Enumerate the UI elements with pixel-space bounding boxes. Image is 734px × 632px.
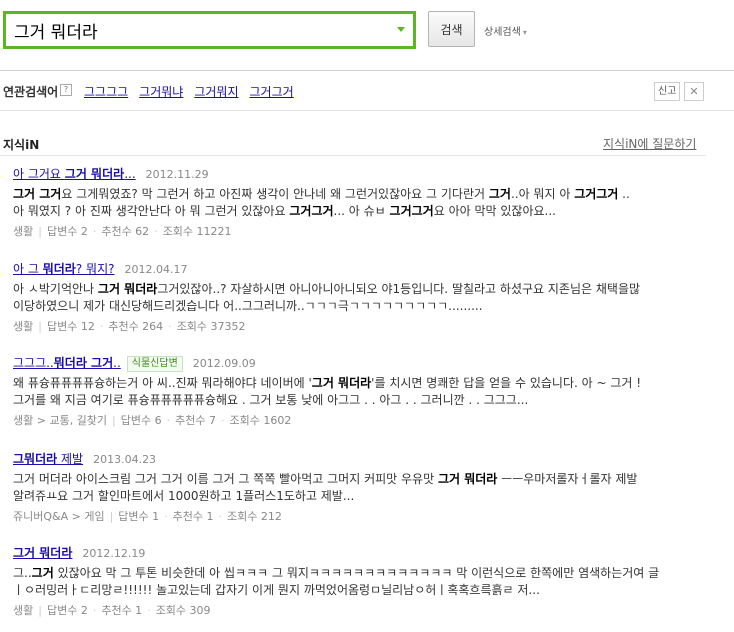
result-title-link[interactable]: 그뭐더라 제발 (13, 452, 83, 466)
section-title: 지식iN (3, 138, 40, 152)
answer-count: 답변수 1 (118, 510, 160, 523)
result-item: 그뭐더라 제발 2013.04.23 그거 머더라 아이스크림 그거 그거 이름 … (13, 451, 713, 524)
result-item: 그거 뭐더라 2012.12.19 그..그거 있잖아요 막 그 투톤 비슷한데 … (13, 545, 713, 618)
result-snippet: 그거 그거요 그게뭐였죠? 막 그런거 하고 아진짜 생각이 안나네 왜 그런거… (13, 187, 630, 218)
related-searches: 연관검색어 ? 그그그그 그거뭐냐 그거뭐지 그거그거 신고 ✕ (0, 70, 734, 111)
result-title-link[interactable]: 아 그 뭐더라? 뭐지? (13, 262, 114, 276)
result-snippet: 아 ㅅ박기억안나 그거 뭐더라그거있잖아..? 자살하시면 아니아니아니되오 야… (13, 282, 641, 313)
recommend-count: 추천수 1 (101, 604, 143, 617)
result-title-link[interactable]: 아 그거요 그거 뭐더라... (13, 167, 136, 181)
result-item: 그그그..뭐더라 그거.. 식물신답변 2012.09.09 왜 퓨슝퓨퓨퓨퓨슝하는… (13, 355, 713, 428)
related-search-link[interactable]: 그거뭐냐 (139, 85, 183, 99)
divider (0, 155, 706, 156)
answer-count: 답변수 6 (120, 414, 162, 427)
result-item: 아 그거요 그거 뭐더라... 2012.11.29 그거 그거요 그게뭐였죠? … (13, 166, 713, 239)
search-header: 검색 상세검색▾ (0, 0, 734, 71)
result-date: 2012.04.17 (124, 263, 188, 276)
result-category: 쥬니버Q&A > 게임 (13, 510, 105, 523)
related-search-link[interactable]: 그그그그 (84, 85, 128, 99)
result-date: 2013.04.23 (93, 453, 157, 466)
related-search-link[interactable]: 그거뭐지 (194, 85, 238, 99)
help-icon[interactable]: ? (60, 84, 72, 96)
view-count: 조회수 309 (155, 604, 211, 617)
result-category: 생활 (13, 320, 34, 333)
result-snippet: 그..그거 있잖아요 막 그 투톤 비슷한데 아 씹ㅋㅋㅋ 그 뭐지ㅋㅋㅋㅋㅋㅋ… (13, 566, 660, 597)
result-category: 생활 (13, 225, 34, 238)
view-count: 조회수 37352 (176, 320, 246, 333)
dropdown-arrow-icon[interactable] (397, 27, 405, 32)
search-button[interactable]: 검색 (428, 11, 475, 47)
result-snippet: 그거 머더라 아이스크림 그거 그거 이름 그거 그 쪽쪽 빨아먹고 그머지 커… (13, 472, 638, 503)
result-meta: 생활 | 답변수 2 · 추천수 62 · 조회수 11221 (13, 225, 232, 238)
view-count: 조회수 11221 (162, 225, 232, 238)
result-title-link[interactable]: 그그그..뭐더라 그거.. (13, 356, 121, 370)
result-item: 아 그 뭐더라? 뭐지? 2012.04.17 아 ㅅ박기억안나 그거 뭐더라그거… (13, 261, 713, 334)
best-answer-badge: 식물신답변 (126, 355, 183, 372)
result-date: 2012.09.09 (192, 357, 256, 370)
search-input[interactable] (14, 18, 384, 42)
search-box[interactable] (3, 11, 416, 49)
result-meta: 생활 > 교통, 길찾기 | 답변수 6 · 추천수 7 · 조회수 1602 (13, 414, 292, 427)
recommend-count: 추천수 62 (101, 225, 150, 238)
answer-count: 답변수 2 (46, 604, 88, 617)
result-title-link[interactable]: 그거 뭐더라 (13, 546, 72, 560)
related-search-link[interactable]: 그거그거 (250, 85, 294, 99)
chevron-down-icon: ▾ (522, 28, 527, 37)
result-date: 2012.11.29 (145, 168, 209, 181)
recommend-count: 추천수 1 (172, 510, 214, 523)
result-meta: 생활 | 답변수 2 · 추천수 1 · 조회수 309 (13, 604, 211, 617)
view-count: 조회수 212 (227, 510, 282, 523)
ask-question-link[interactable]: 지식iN에 질문하기 (603, 135, 696, 152)
result-snippet: 왜 퓨슝퓨퓨퓨퓨슝하는거 아 씨..진짜 뭐라해야댜 네이버에 '그거 뭐더라'… (13, 376, 642, 407)
result-meta: 생활 | 답변수 12 · 추천수 264 · 조회수 37352 (13, 320, 246, 333)
advanced-search-link[interactable]: 상세검색 ▾ (484, 23, 527, 38)
recommend-count: 추천수 7 (175, 414, 216, 427)
answer-count: 답변수 2 (46, 225, 88, 238)
advanced-search-label: 상세검색 (484, 27, 521, 38)
related-searches-list: 그그그그 그거뭐냐 그거뭐지 그거그거 (84, 83, 305, 100)
answer-count: 답변수 12 (46, 320, 95, 333)
result-category: 생활 > 교통, 길찾기 (13, 414, 108, 427)
recommend-count: 추천수 264 (108, 320, 164, 333)
view-count: 조회수 1602 (229, 414, 292, 427)
result-date: 2012.12.19 (82, 547, 146, 560)
close-icon[interactable]: ✕ (684, 82, 704, 101)
result-category: 생활 (13, 604, 34, 617)
related-searches-label: 연관검색어 (3, 85, 59, 99)
report-button[interactable]: 신고 (654, 82, 681, 101)
result-meta: 쥬니버Q&A > 게임 | 답변수 1 · 추천수 1 · 조회수 212 (13, 510, 282, 523)
